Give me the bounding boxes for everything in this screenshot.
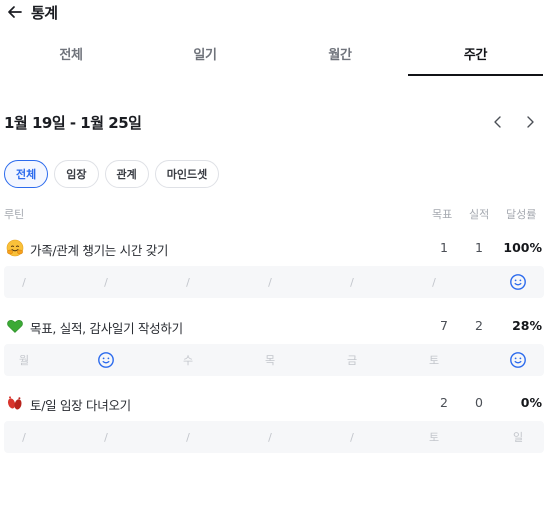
previous-week-chevron-icon[interactable] bbox=[488, 112, 508, 132]
actual-value: 2 bbox=[475, 318, 483, 333]
week-strip: / / / / / / bbox=[4, 266, 544, 298]
day-cell: / bbox=[104, 275, 108, 289]
routine-title: 토/일 임장 다녀오기 bbox=[30, 398, 131, 413]
active-tab-indicator bbox=[408, 74, 543, 76]
page-title: 통계 bbox=[31, 3, 58, 22]
week-strip: 월 수 목 금 토 bbox=[4, 344, 544, 376]
day-cell: 토 bbox=[428, 354, 440, 367]
day-cell: / bbox=[350, 430, 354, 444]
week-strip: / / / / / 토 일 bbox=[4, 421, 544, 453]
filter-imjang-chip[interactable]: 임장 bbox=[54, 160, 99, 188]
day-cell: 수 bbox=[182, 354, 194, 367]
day-cell: 월 bbox=[18, 354, 30, 367]
completed-smile-icon bbox=[86, 344, 126, 376]
goal-value: 7 bbox=[440, 318, 448, 333]
day-cell: 일 bbox=[512, 431, 524, 444]
tab-label: 일기 bbox=[193, 48, 217, 63]
tab-monthly[interactable]: 월간 bbox=[272, 44, 408, 76]
filter-all-chip[interactable]: 전체 bbox=[4, 160, 49, 188]
date-range-label: 1월 19일 - 1월 25일 bbox=[4, 114, 142, 132]
completed-smile-icon bbox=[498, 266, 538, 298]
tab-diary[interactable]: 일기 bbox=[138, 44, 272, 76]
completed-smile-icon bbox=[498, 344, 538, 376]
routine-column-header: 루틴 bbox=[4, 208, 25, 221]
table-header: 루틴 목표 실적 달성률 bbox=[4, 204, 544, 224]
day-cell: / bbox=[432, 275, 436, 289]
filter-mindset-chip[interactable]: 마인드셋 bbox=[154, 160, 220, 188]
rate-value: 28% bbox=[512, 318, 542, 333]
tab-weekly[interactable]: 주간 bbox=[408, 44, 543, 76]
hugging-face-emoji-icon bbox=[6, 239, 24, 257]
back-arrow-icon[interactable] bbox=[5, 2, 25, 22]
day-cell: / bbox=[22, 275, 26, 289]
date-range-row: 1월 19일 - 1월 25일 bbox=[4, 110, 544, 136]
rate-value: 100% bbox=[503, 240, 542, 255]
actual-column-header: 실적 bbox=[469, 208, 490, 221]
goal-value: 2 bbox=[440, 395, 448, 410]
period-tabs: 전체 일기 월간 주간 bbox=[0, 44, 558, 76]
tab-all[interactable]: 전체 bbox=[4, 44, 138, 76]
day-cell: 금 bbox=[346, 354, 358, 367]
day-cell: / bbox=[268, 430, 272, 444]
green-heart-emoji-icon bbox=[6, 317, 24, 335]
top-bar: 통계 bbox=[5, 0, 58, 24]
day-cell: / bbox=[268, 275, 272, 289]
filter-relationship-chip[interactable]: 관계 bbox=[104, 160, 149, 188]
routine-title: 가족/관계 챙기는 시간 갖기 bbox=[30, 243, 169, 258]
tab-label: 주간 bbox=[463, 48, 488, 63]
goal-column-header: 목표 bbox=[432, 208, 453, 221]
actual-value: 0 bbox=[475, 395, 483, 410]
goal-value: 1 bbox=[440, 240, 448, 255]
routine-row[interactable]: 가족/관계 챙기는 시간 갖기 1 1 100% / / / / / / bbox=[4, 236, 544, 298]
tab-label: 월간 bbox=[328, 48, 352, 63]
day-cell: 목 bbox=[264, 354, 276, 367]
day-cell: / bbox=[350, 275, 354, 289]
routine-title: 목표, 실적, 감사일기 작성하기 bbox=[30, 321, 183, 336]
routine-row[interactable]: 토/일 임장 다녀오기 2 0 0% / / / / / 토 일 bbox=[4, 391, 544, 453]
routine-row[interactable]: 목표, 실적, 감사일기 작성하기 7 2 28% 월 수 목 금 토 bbox=[4, 314, 544, 376]
next-week-chevron-icon[interactable] bbox=[520, 112, 540, 132]
day-cell: 토 bbox=[428, 431, 440, 444]
day-cell: / bbox=[104, 430, 108, 444]
rate-value: 0% bbox=[520, 395, 542, 410]
footprints-emoji-icon bbox=[6, 394, 24, 412]
day-cell: / bbox=[186, 430, 190, 444]
actual-value: 1 bbox=[475, 240, 483, 255]
day-cell: / bbox=[22, 430, 26, 444]
day-cell: / bbox=[186, 275, 190, 289]
rate-column-header: 달성률 bbox=[506, 208, 537, 221]
tab-label: 전체 bbox=[59, 48, 83, 63]
category-filters: 전체 임장 관계 마인드셋 bbox=[4, 160, 220, 188]
